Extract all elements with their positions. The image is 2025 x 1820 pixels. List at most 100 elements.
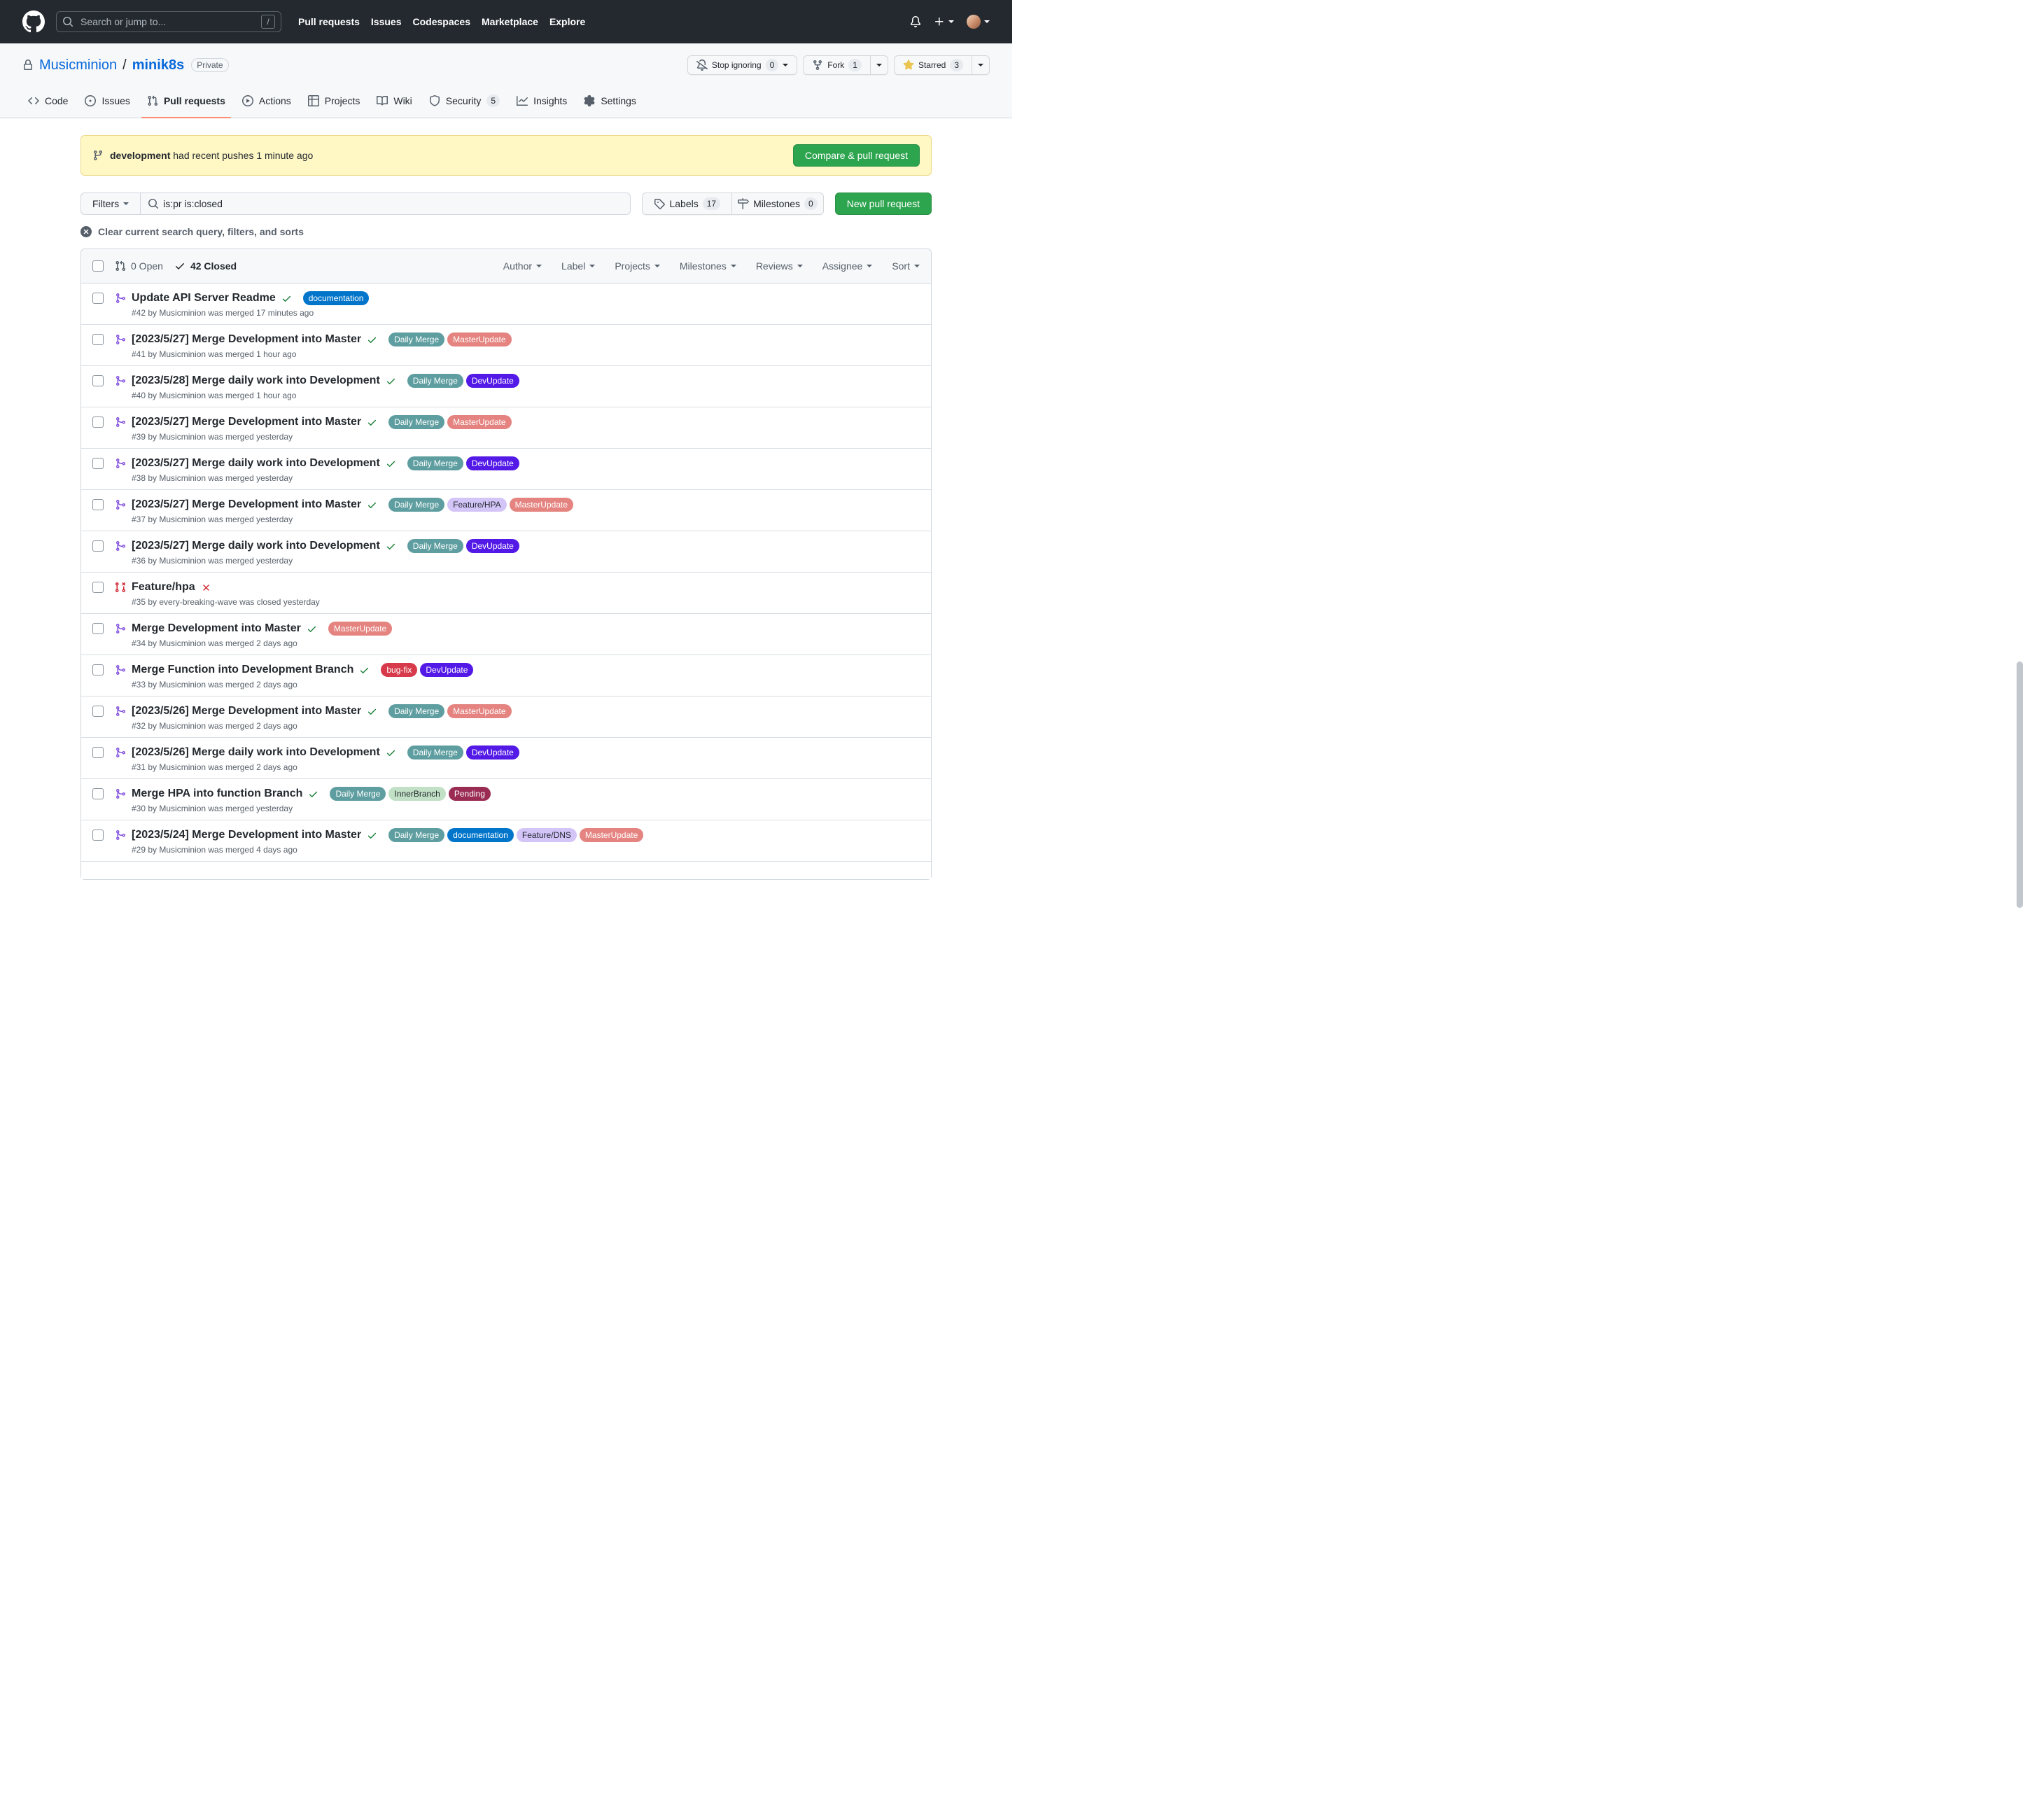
label-chip[interactable]: Daily Merge: [388, 498, 445, 512]
checks-passed-icon[interactable]: [367, 500, 377, 510]
checks-passed-icon[interactable]: [386, 458, 396, 469]
label-chip[interactable]: Daily Merge: [388, 828, 445, 842]
label-chip[interactable]: MasterUpdate: [328, 622, 393, 636]
filter-assignee[interactable]: Assignee: [822, 260, 873, 272]
pr-row-checkbox[interactable]: [92, 540, 104, 552]
pr-title-link[interactable]: Merge HPA into function Branch: [132, 785, 302, 802]
filters-dropdown-button[interactable]: Filters: [80, 192, 141, 215]
global-search-input[interactable]: [79, 15, 255, 28]
pr-row-checkbox[interactable]: [92, 623, 104, 634]
pr-row-checkbox[interactable]: [92, 499, 104, 510]
label-chip[interactable]: bug-fix: [381, 663, 418, 677]
tab-security[interactable]: Security 5: [423, 84, 505, 118]
notifications-button[interactable]: [910, 16, 921, 27]
label-chip[interactable]: Feature/DNS: [516, 828, 577, 842]
nav-codespaces[interactable]: Codespaces: [413, 16, 470, 27]
new-pull-request-button[interactable]: New pull request: [834, 192, 932, 215]
label-chip[interactable]: MasterUpdate: [509, 498, 573, 512]
label-chip[interactable]: Daily Merge: [388, 704, 445, 718]
pr-row-checkbox[interactable]: [92, 788, 104, 799]
nav-issues[interactable]: Issues: [371, 16, 402, 27]
pr-title-link[interactable]: [2023/5/27] Merge daily work into Develo…: [132, 455, 380, 472]
closed-prs-link[interactable]: 42 Closed: [174, 260, 237, 272]
label-chip[interactable]: DevUpdate: [465, 746, 519, 760]
label-chip[interactable]: Daily Merge: [407, 746, 463, 760]
pr-title-link[interactable]: [2023/5/27] Merge Development into Maste…: [132, 496, 361, 513]
pr-title-link[interactable]: [2023/5/24] Merge Development into Maste…: [132, 827, 361, 844]
repo-owner-link[interactable]: Musicminion: [39, 55, 117, 76]
label-chip[interactable]: Feature/HPA: [447, 498, 507, 512]
filter-milestones[interactable]: Milestones: [680, 260, 736, 272]
pr-title-link[interactable]: [2023/5/27] Merge Development into Maste…: [132, 331, 361, 348]
pr-row-checkbox[interactable]: [92, 416, 104, 428]
label-chip[interactable]: documentation: [447, 828, 514, 842]
checks-passed-icon[interactable]: [386, 748, 396, 758]
create-new-button[interactable]: [934, 16, 954, 27]
nav-marketplace[interactable]: Marketplace: [482, 16, 538, 27]
nav-explore[interactable]: Explore: [549, 16, 585, 27]
checks-passed-icon[interactable]: [386, 376, 396, 386]
pr-row-checkbox[interactable]: [92, 458, 104, 469]
user-menu[interactable]: [967, 15, 990, 29]
pr-row-checkbox[interactable]: [92, 664, 104, 676]
tab-wiki[interactable]: Wiki: [371, 84, 417, 118]
label-chip[interactable]: MasterUpdate: [447, 332, 512, 346]
pr-row-checkbox[interactable]: [92, 375, 104, 386]
label-chip[interactable]: Daily Merge: [388, 332, 445, 346]
filter-projects[interactable]: Projects: [615, 260, 660, 272]
label-chip[interactable]: DevUpdate: [420, 663, 474, 677]
compare-pull-request-button[interactable]: Compare & pull request: [792, 144, 920, 167]
fork-dropdown-button[interactable]: [869, 55, 888, 75]
tab-insights[interactable]: Insights: [511, 84, 573, 118]
pr-row-checkbox[interactable]: [92, 334, 104, 345]
pr-title-link[interactable]: Merge Function into Development Branch: [132, 662, 353, 678]
label-chip[interactable]: MasterUpdate: [447, 704, 512, 718]
tab-projects[interactable]: Projects: [302, 84, 366, 118]
pr-row-checkbox[interactable]: [92, 706, 104, 717]
pr-title-link[interactable]: Merge Development into Master: [132, 620, 301, 637]
checks-passed-icon[interactable]: [367, 706, 377, 717]
label-chip[interactable]: DevUpdate: [465, 539, 519, 553]
checks-passed-icon[interactable]: [367, 335, 377, 345]
pr-title-link[interactable]: Update API Server Readme: [132, 290, 276, 307]
pr-title-link[interactable]: [2023/5/26] Merge Development into Maste…: [132, 703, 361, 720]
pr-row-checkbox[interactable]: [92, 830, 104, 841]
filter-sort[interactable]: Sort: [892, 260, 920, 272]
clear-filters-link[interactable]: Clear current search query, filters, and…: [80, 226, 304, 237]
filter-author[interactable]: Author: [503, 260, 542, 272]
repo-name-link[interactable]: minik8s: [132, 55, 184, 76]
filter-label[interactable]: Label: [561, 260, 596, 272]
checks-passed-icon[interactable]: [281, 293, 292, 304]
labels-button[interactable]: Labels 17: [642, 192, 733, 215]
global-search[interactable]: /: [56, 11, 281, 32]
tab-issues[interactable]: Issues: [79, 84, 135, 118]
github-logo[interactable]: [22, 10, 45, 33]
label-chip[interactable]: Daily Merge: [330, 787, 386, 801]
label-chip[interactable]: InnerBranch: [388, 787, 446, 801]
tab-actions[interactable]: Actions: [237, 84, 297, 118]
select-all-checkbox[interactable]: [92, 260, 104, 272]
pr-row-checkbox[interactable]: [92, 582, 104, 593]
pr-title-link[interactable]: [2023/5/28] Merge daily work into Develo…: [132, 372, 380, 389]
scrollbar-thumb[interactable]: [2017, 662, 2023, 908]
tab-settings[interactable]: Settings: [578, 84, 642, 118]
label-chip[interactable]: DevUpdate: [465, 374, 519, 388]
label-chip[interactable]: Daily Merge: [388, 415, 445, 429]
watch-button[interactable]: Stop ignoring 0: [687, 55, 798, 75]
star-dropdown-button[interactable]: [972, 55, 990, 75]
checks-passed-icon[interactable]: [308, 789, 318, 799]
pr-title-link[interactable]: [2023/5/26] Merge daily work into Develo…: [132, 744, 380, 761]
pr-title-link[interactable]: Feature/hpa: [132, 579, 195, 596]
pr-row-checkbox[interactable]: [92, 293, 104, 304]
checks-passed-icon[interactable]: [367, 417, 377, 428]
open-prs-link[interactable]: 0 Open: [115, 260, 163, 272]
checks-passed-icon[interactable]: [367, 830, 377, 841]
label-chip[interactable]: documentation: [302, 291, 370, 305]
issue-search-input[interactable]: [141, 192, 631, 215]
label-chip[interactable]: Pending: [448, 787, 491, 801]
checks-passed-icon[interactable]: [359, 665, 370, 676]
checks-passed-icon[interactable]: [386, 541, 396, 552]
label-chip[interactable]: Daily Merge: [407, 374, 463, 388]
pr-row-checkbox[interactable]: [92, 747, 104, 758]
label-chip[interactable]: MasterUpdate: [447, 415, 512, 429]
